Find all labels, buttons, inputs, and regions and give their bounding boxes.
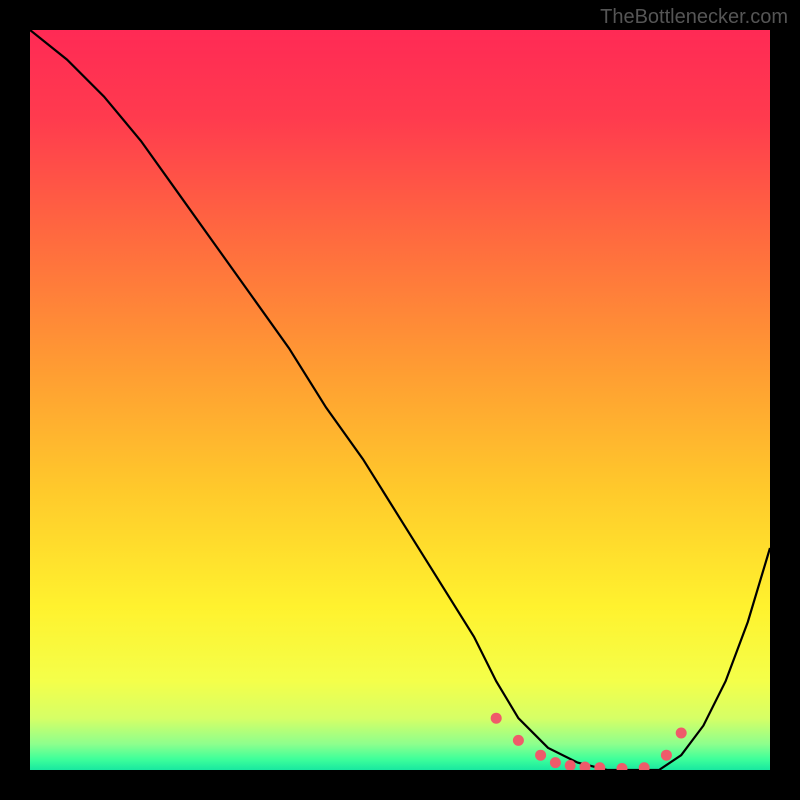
marker-dot — [676, 728, 687, 739]
marker-dot — [594, 762, 605, 770]
marker-dot — [513, 735, 524, 746]
marker-dot — [535, 750, 546, 761]
marker-dot — [617, 763, 628, 770]
marker-dot — [491, 713, 502, 724]
marker-dot — [661, 750, 672, 761]
marker-dot — [550, 757, 561, 768]
watermark-text: TheBottlenecker.com — [600, 6, 788, 29]
chart-svg — [30, 30, 770, 770]
plot-area — [30, 30, 770, 770]
bottleneck-curve — [30, 30, 770, 770]
marker-dot — [639, 762, 650, 770]
